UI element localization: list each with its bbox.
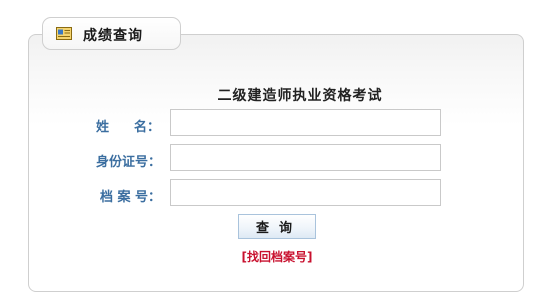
id-number-label: 身份证号： (96, 155, 162, 170)
query-button[interactable]: 查询 (238, 214, 316, 239)
score-query-page: 成绩查询 二级建造师执业资格考试 姓 名： 身份证号： 档 案 号： 查询 [找… (0, 0, 550, 301)
name-label: 姓 名： (96, 116, 160, 135)
tab-score-query[interactable]: 成绩查询 (42, 17, 181, 50)
id-number-input[interactable] (170, 144, 441, 171)
name-label-right: 名： (133, 120, 160, 135)
tab-title: 成绩查询 (83, 28, 143, 44)
name-input[interactable] (170, 109, 441, 136)
exam-title: 二级建造师执业资格考试 (217, 88, 383, 104)
file-number-input[interactable] (170, 179, 441, 206)
name-label-left: 姓 (96, 120, 110, 135)
retrieve-file-number-link[interactable]: [找回档案号] (0, 248, 550, 265)
certificate-icon (56, 27, 72, 40)
file-number-label: 档 案 号： (100, 190, 162, 205)
